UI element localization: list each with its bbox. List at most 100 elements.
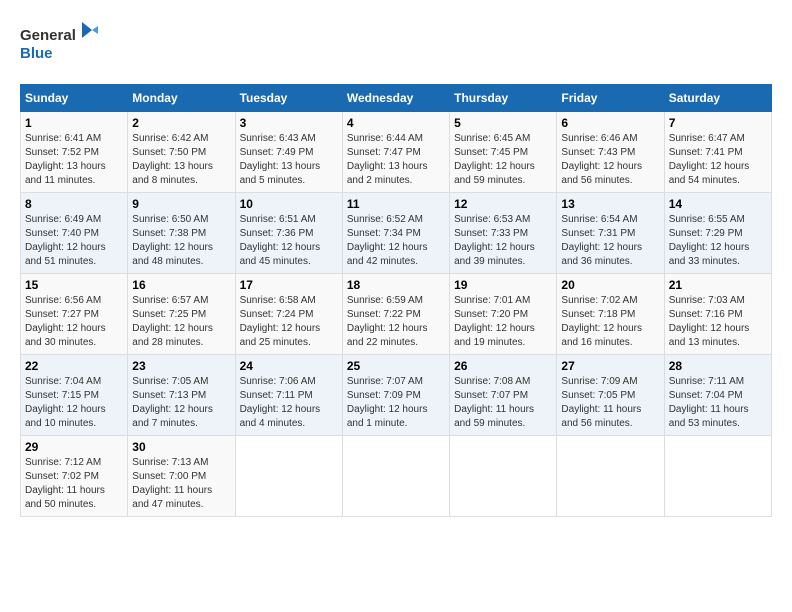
day-number: 24 <box>240 359 338 373</box>
logo: General Blue <box>20 20 100 68</box>
day-cell: 9Sunrise: 6:50 AM Sunset: 7:38 PM Daylig… <box>128 193 235 274</box>
day-number: 21 <box>669 278 767 292</box>
logo-svg: General Blue <box>20 20 100 68</box>
day-info: Sunrise: 7:11 AM Sunset: 7:04 PM Dayligh… <box>669 375 767 431</box>
day-cell: 8 Sunrise: 6:49 AM Sunset: 7:40 PM Daylig… <box>21 193 128 274</box>
day-info: Sunrise: 6:46 AM Sunset: 7:43 PM Dayligh… <box>561 132 659 188</box>
day-info: Sunrise: 7:07 AM Sunset: 7:09 PM Dayligh… <box>347 375 445 431</box>
day-number: 3 <box>240 116 338 130</box>
day-number: 18 <box>347 278 445 292</box>
days-header-row: SundayMondayTuesdayWednesdayThursdayFrid… <box>21 85 772 112</box>
day-info: Sunrise: 6:50 AM Sunset: 7:38 PM Dayligh… <box>132 213 230 269</box>
day-number: 4 <box>347 116 445 130</box>
day-cell: 15 Sunrise: 6:56 AM Sunset: 7:27 PM Dayli… <box>21 274 128 355</box>
day-number: 23 <box>132 359 230 373</box>
day-info: Sunrise: 6:45 AM Sunset: 7:45 PM Dayligh… <box>454 132 552 188</box>
day-info: Sunrise: 7:13 AM Sunset: 7:00 PM Dayligh… <box>132 456 230 512</box>
header: General Blue <box>20 20 772 68</box>
day-number: 29 <box>25 440 123 454</box>
day-info: Sunrise: 6:59 AM Sunset: 7:22 PM Dayligh… <box>347 294 445 350</box>
day-info: Sunrise: 7:03 AM Sunset: 7:16 PM Dayligh… <box>669 294 767 350</box>
day-cell: 25 Sunrise: 7:07 AM Sunset: 7:09 PM Dayli… <box>342 355 449 436</box>
day-info: Sunrise: 6:49 AM Sunset: 7:40 PM Dayligh… <box>25 213 123 269</box>
day-info: Sunrise: 7:05 AM Sunset: 7:13 PM Dayligh… <box>132 375 230 431</box>
day-cell: 29 Sunrise: 7:12 AM Sunset: 7:02 PM Dayli… <box>21 436 128 517</box>
day-number: 27 <box>561 359 659 373</box>
day-number: 7 <box>669 116 767 130</box>
day-info: Sunrise: 6:58 AM Sunset: 7:24 PM Dayligh… <box>240 294 338 350</box>
day-number: 16 <box>132 278 230 292</box>
day-number: 15 <box>25 278 123 292</box>
day-info: Sunrise: 6:54 AM Sunset: 7:31 PM Dayligh… <box>561 213 659 269</box>
day-number: 1 <box>25 116 123 130</box>
day-info: Sunrise: 7:12 AM Sunset: 7:02 PM Dayligh… <box>25 456 123 512</box>
day-cell: 24 Sunrise: 7:06 AM Sunset: 7:11 PM Dayli… <box>235 355 342 436</box>
week-row-3: 15 Sunrise: 6:56 AM Sunset: 7:27 PM Dayli… <box>21 274 772 355</box>
day-cell: 16 Sunrise: 6:57 AM Sunset: 7:25 PM Dayli… <box>128 274 235 355</box>
day-number: 28 <box>669 359 767 373</box>
day-cell: 7Sunrise: 6:47 AM Sunset: 7:41 PM Daylig… <box>664 112 771 193</box>
day-number: 25 <box>347 359 445 373</box>
day-cell: 2 Sunrise: 6:42 AM Sunset: 7:50 PM Daylig… <box>128 112 235 193</box>
day-number: 19 <box>454 278 552 292</box>
col-header-sunday: Sunday <box>21 85 128 112</box>
day-number: 17 <box>240 278 338 292</box>
day-cell: 28 Sunrise: 7:11 AM Sunset: 7:04 PM Dayli… <box>664 355 771 436</box>
day-info: Sunrise: 6:56 AM Sunset: 7:27 PM Dayligh… <box>25 294 123 350</box>
day-info: Sunrise: 7:09 AM Sunset: 7:05 PM Dayligh… <box>561 375 659 431</box>
day-cell <box>557 436 664 517</box>
day-info: Sunrise: 6:53 AM Sunset: 7:33 PM Dayligh… <box>454 213 552 269</box>
day-info: Sunrise: 6:43 AM Sunset: 7:49 PM Dayligh… <box>240 132 338 188</box>
day-number: 26 <box>454 359 552 373</box>
day-info: Sunrise: 7:06 AM Sunset: 7:11 PM Dayligh… <box>240 375 338 431</box>
day-info: Sunrise: 7:02 AM Sunset: 7:18 PM Dayligh… <box>561 294 659 350</box>
day-cell: 6 Sunrise: 6:46 AM Sunset: 7:43 PM Daylig… <box>557 112 664 193</box>
day-cell: 17 Sunrise: 6:58 AM Sunset: 7:24 PM Dayli… <box>235 274 342 355</box>
day-number: 14 <box>669 197 767 211</box>
day-cell: 13Sunrise: 6:54 AM Sunset: 7:31 PM Dayli… <box>557 193 664 274</box>
day-number: 30 <box>132 440 230 454</box>
day-cell: 30 Sunrise: 7:13 AM Sunset: 7:00 PM Dayli… <box>128 436 235 517</box>
col-header-tuesday: Tuesday <box>235 85 342 112</box>
day-number: 12 <box>454 197 552 211</box>
day-cell: 23 Sunrise: 7:05 AM Sunset: 7:13 PM Dayli… <box>128 355 235 436</box>
day-number: 11 <box>347 197 445 211</box>
day-cell: 10 Sunrise: 6:51 AM Sunset: 7:36 PM Dayli… <box>235 193 342 274</box>
day-cell: 22 Sunrise: 7:04 AM Sunset: 7:15 PM Dayli… <box>21 355 128 436</box>
col-header-saturday: Saturday <box>664 85 771 112</box>
week-row-5: 29 Sunrise: 7:12 AM Sunset: 7:02 PM Dayli… <box>21 436 772 517</box>
svg-text:Blue: Blue <box>20 45 53 62</box>
day-info: Sunrise: 6:57 AM Sunset: 7:25 PM Dayligh… <box>132 294 230 350</box>
day-cell: 20Sunrise: 7:02 AM Sunset: 7:18 PM Dayli… <box>557 274 664 355</box>
day-number: 5 <box>454 116 552 130</box>
day-info: Sunrise: 6:51 AM Sunset: 7:36 PM Dayligh… <box>240 213 338 269</box>
day-info: Sunrise: 7:04 AM Sunset: 7:15 PM Dayligh… <box>25 375 123 431</box>
day-number: 2 <box>132 116 230 130</box>
day-cell: 26 Sunrise: 7:08 AM Sunset: 7:07 PM Dayli… <box>450 355 557 436</box>
day-number: 22 <box>25 359 123 373</box>
day-cell: 19Sunrise: 7:01 AM Sunset: 7:20 PM Dayli… <box>450 274 557 355</box>
day-cell: 1 Sunrise: 6:41 AM Sunset: 7:52 PM Daylig… <box>21 112 128 193</box>
day-cell <box>235 436 342 517</box>
day-cell: 14 Sunrise: 6:55 AM Sunset: 7:29 PM Dayli… <box>664 193 771 274</box>
day-info: Sunrise: 7:08 AM Sunset: 7:07 PM Dayligh… <box>454 375 552 431</box>
day-number: 6 <box>561 116 659 130</box>
day-cell <box>342 436 449 517</box>
col-header-friday: Friday <box>557 85 664 112</box>
day-cell <box>664 436 771 517</box>
week-row-4: 22 Sunrise: 7:04 AM Sunset: 7:15 PM Dayli… <box>21 355 772 436</box>
col-header-wednesday: Wednesday <box>342 85 449 112</box>
day-number: 10 <box>240 197 338 211</box>
day-cell: 27 Sunrise: 7:09 AM Sunset: 7:05 PM Dayli… <box>557 355 664 436</box>
svg-text:General: General <box>20 27 76 44</box>
col-header-thursday: Thursday <box>450 85 557 112</box>
col-header-monday: Monday <box>128 85 235 112</box>
day-number: 8 <box>25 197 123 211</box>
day-info: Sunrise: 6:55 AM Sunset: 7:29 PM Dayligh… <box>669 213 767 269</box>
day-info: Sunrise: 6:41 AM Sunset: 7:52 PM Dayligh… <box>25 132 123 188</box>
day-cell: 12 Sunrise: 6:53 AM Sunset: 7:33 PM Dayli… <box>450 193 557 274</box>
day-cell: 5 Sunrise: 6:45 AM Sunset: 7:45 PM Daylig… <box>450 112 557 193</box>
calendar-table: SundayMondayTuesdayWednesdayThursdayFrid… <box>20 84 772 517</box>
day-cell: 4Sunrise: 6:44 AM Sunset: 7:47 PM Daylig… <box>342 112 449 193</box>
day-info: Sunrise: 6:42 AM Sunset: 7:50 PM Dayligh… <box>132 132 230 188</box>
